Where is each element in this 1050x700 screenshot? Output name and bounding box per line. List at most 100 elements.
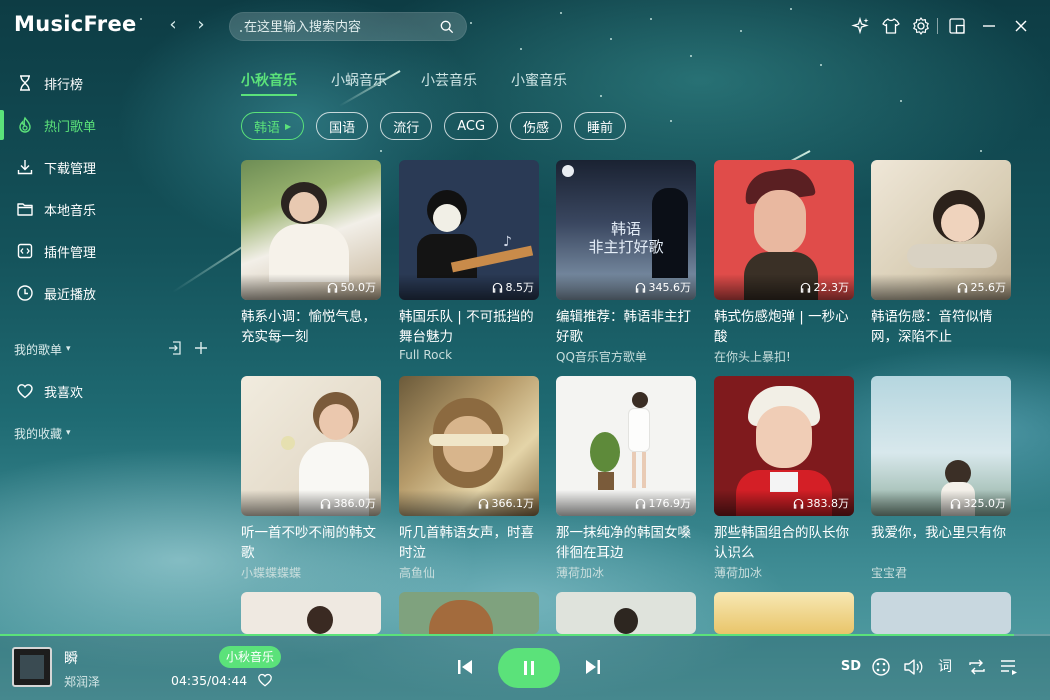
playlist-card[interactable]: 366.1万 听几首韩语女声，时喜时泣 高鱼仙 <box>399 376 539 581</box>
headphone-icon <box>957 282 967 293</box>
playlist-cover: 366.1万 <box>399 376 539 516</box>
tag-acg[interactable]: ACG <box>444 112 499 140</box>
settings-gear-icon[interactable] <box>911 16 931 36</box>
sidebar-item-label: 我喜欢 <box>44 385 84 401</box>
play-count-value: 176.9万 <box>648 497 692 510</box>
tab-xiaowo[interactable]: 小蜗音乐 <box>331 62 387 98</box>
heart-icon <box>17 384 33 399</box>
playlist-card[interactable]: ♪ 8.5万 韩国乐队 | 不可抵挡的舞台魅力 Full Rock <box>399 160 539 362</box>
pause-button[interactable] <box>498 648 560 688</box>
playlist-cover: 176.9万 <box>556 376 696 516</box>
minimize-icon[interactable] <box>979 16 999 36</box>
tab-xiaoyun[interactable]: 小芸音乐 <box>421 62 477 98</box>
playlist-creator: 薄荷加冰 <box>556 566 605 580</box>
mini-mode-icon[interactable] <box>947 16 967 36</box>
sidebar-item-ranking[interactable]: 排行榜 <box>0 62 215 104</box>
playlist-card[interactable] <box>556 592 696 634</box>
playlist-cover: ♪ 8.5万 <box>399 160 539 300</box>
playlist-card[interactable]: 25.6万 韩语伤感：音符似情网，深陷不止 <box>871 160 1011 348</box>
playlist-card[interactable] <box>714 592 854 634</box>
favorite-heart-icon[interactable] <box>257 672 273 688</box>
volume-icon[interactable] <box>902 656 924 678</box>
section-title: 我的歌单 <box>14 342 63 357</box>
playlist-cover: 25.6万 <box>871 160 1011 300</box>
cover-text-line: 非主打好歌 <box>588 238 664 256</box>
theme-shirt-icon[interactable] <box>881 16 901 36</box>
close-icon[interactable] <box>1011 16 1031 36</box>
import-playlist-icon[interactable] <box>167 340 183 356</box>
playlist-card[interactable] <box>241 592 381 634</box>
playlist-creator: Full Rock <box>399 348 453 362</box>
playlist-creator: 薄荷加冰 <box>714 566 763 580</box>
sidebar-item-label: 下载管理 <box>44 161 97 177</box>
playlist-cover <box>399 592 539 634</box>
repeat-icon[interactable] <box>966 656 988 678</box>
source-badge: 小秋音乐 <box>219 646 282 668</box>
playlist-cover: 韩语 非主打好歌 345.6万 <box>556 160 696 300</box>
search-input[interactable] <box>244 13 434 42</box>
lyrics-button[interactable]: 词 <box>934 656 956 678</box>
progress-bar[interactable] <box>0 634 1050 636</box>
divider <box>937 18 938 34</box>
play-count: 176.9万 <box>556 490 696 516</box>
play-count: 8.5万 <box>399 274 539 300</box>
playlist-card[interactable]: 50.0万 韩系小调：愉悦气息，充实每一刻 <box>241 160 381 348</box>
headphone-icon <box>635 498 645 509</box>
tag-sad[interactable]: 伤感 <box>510 112 563 140</box>
sidebar-item-label: 本地音乐 <box>44 203 97 219</box>
playlist-card[interactable]: 176.9万 那一抹纯净的韩国女嗓徘徊在耳边 薄荷加冰 <box>556 376 696 581</box>
tag-label: 韩语 <box>254 120 281 136</box>
add-playlist-icon[interactable] <box>193 340 209 356</box>
album-art[interactable] <box>12 647 52 687</box>
sidebar-item-local-music[interactable]: 本地音乐 <box>0 188 215 230</box>
sidebar-item-favorites[interactable]: 我喜欢 <box>0 370 215 412</box>
playlist-title: 编辑推荐：韩语非主打好歌 <box>556 309 691 345</box>
hourglass-icon <box>20 75 30 91</box>
playlist-card[interactable]: 386.0万 听一首不吵不闹的韩文歌 小蝶蝶蝶蝶 <box>241 376 381 581</box>
playlist-queue-icon[interactable] <box>998 656 1020 678</box>
clock-icon <box>17 285 33 301</box>
playlist-card[interactable]: 325.0万 我爱你，我心里只有你 宝宝君 <box>871 376 1011 581</box>
playback-time: 04:35/04:44 <box>171 673 248 688</box>
play-count: 383.8万 <box>714 490 854 516</box>
back-arrow-icon[interactable]: ‹ <box>164 14 182 36</box>
previous-track-icon[interactable] <box>455 657 475 677</box>
sidebar-item-plugins[interactable]: 插件管理 <box>0 230 215 272</box>
quality-button[interactable]: SD <box>840 656 862 678</box>
sidebar-item-download[interactable]: 下载管理 <box>0 146 215 188</box>
playlist-cover <box>714 592 854 634</box>
playlist-card[interactable] <box>871 592 1011 634</box>
headphone-icon <box>950 498 960 509</box>
playlist-card[interactable] <box>399 592 539 634</box>
sidebar-item-hot-playlist[interactable]: 热门歌单 <box>0 104 215 146</box>
play-count-value: 345.6万 <box>648 281 692 294</box>
tag-korean[interactable]: 韩语 ▶ <box>241 112 305 140</box>
tag-bedtime[interactable]: 睡前 <box>574 112 627 140</box>
sparkle-icon[interactable] <box>851 16 871 36</box>
playlist-cover <box>241 592 381 634</box>
caret-right-icon: ▶ <box>285 121 292 131</box>
tag-pop[interactable]: 流行 <box>380 112 433 140</box>
my-collections-section[interactable]: 我的收藏 ▾ <box>0 412 215 454</box>
title-bar: MusicFree ‹ › <box>0 0 1050 52</box>
tab-xiaomi[interactable]: 小蜜音乐 <box>511 62 567 98</box>
search-icon[interactable] <box>440 20 454 34</box>
player-bar: 瞬 郑润泽 小秋音乐 04:35/04:44 SD 词 <box>0 634 1050 700</box>
headphone-icon <box>478 498 488 509</box>
playlist-card[interactable]: 383.8万 那些韩国组合的队长你认识么 薄荷加冰 <box>714 376 854 581</box>
sidebar-item-recent[interactable]: 最近播放 <box>0 272 215 314</box>
tag-mandarin[interactable]: 国语 <box>316 112 369 140</box>
playlist-card[interactable]: 22.3万 韩式伤感炮弹 | 一秒心酸 在你头上暴扣! <box>714 160 854 365</box>
next-track-icon[interactable] <box>583 657 603 677</box>
tab-xiaoqiu[interactable]: 小秋音乐 <box>241 62 297 98</box>
sound-effect-icon[interactable] <box>870 656 892 678</box>
play-count: 366.1万 <box>399 490 539 516</box>
track-title[interactable]: 瞬 <box>64 648 78 668</box>
forward-arrow-icon[interactable]: › <box>192 14 210 36</box>
headphone-icon <box>793 498 803 509</box>
headphone-icon <box>800 282 810 293</box>
play-count-value: 325.0万 <box>963 497 1007 510</box>
playlist-creator: QQ音乐官方歌单 <box>556 350 647 364</box>
playlist-card[interactable]: 韩语 非主打好歌 345.6万 编辑推荐：韩语非主打好歌 QQ音乐官方歌单 <box>556 160 696 365</box>
my-playlists-section[interactable]: 我的歌单 ▾ <box>0 328 215 370</box>
